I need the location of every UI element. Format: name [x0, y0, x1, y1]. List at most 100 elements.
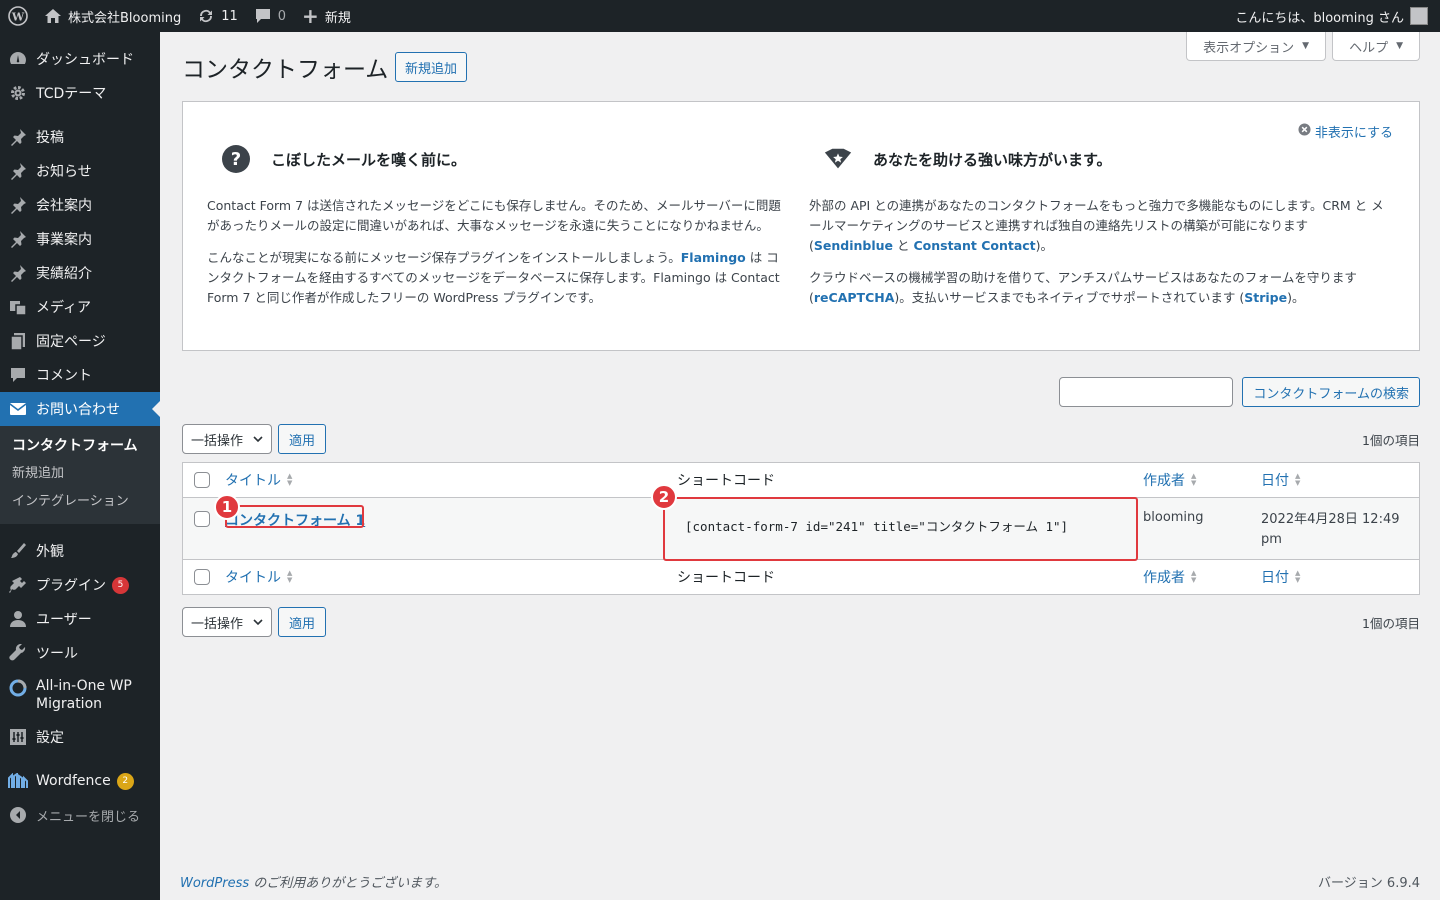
greeting: こんにちは、blooming さん [1235, 10, 1404, 26]
select-all-checkbox-bottom[interactable] [194, 569, 210, 585]
annotation-box-1 [225, 505, 364, 528]
sort-author-link[interactable]: 作成者 ▲ ▼ [1143, 470, 1259, 490]
sort-icon: ▲ ▼ [1295, 569, 1301, 584]
welcome-right-heading: あなたを助ける強い味方がいます。 [873, 150, 1112, 169]
sidebar-item-dashboard[interactable]: ダッシュボード [0, 42, 160, 76]
sidebar-item-migration[interactable]: All-in-One WP Migration [0, 670, 160, 720]
sort-date-link-bottom[interactable]: 日付 ▲ ▼ [1261, 567, 1419, 587]
brush-icon [8, 541, 28, 561]
table-footer: タイトル ▲ ▼ ショートコード 作成者 ▲ ▼ 日付 ▲ ▼ [183, 559, 1419, 594]
dismiss-link[interactable]: 非表示にする [1298, 122, 1393, 141]
updates-link[interactable]: 11 [189, 0, 246, 32]
recaptcha-link[interactable]: reCAPTCHA [814, 290, 895, 305]
new-label: 新規 [324, 10, 351, 26]
sidebar-item-works[interactable]: 実績紹介 [0, 256, 160, 290]
admin-bar: W 株式会社Blooming 11 0 + 新規 こんにちは、blooming … [0, 0, 1440, 32]
wordpress-logo-icon[interactable]: W [0, 0, 36, 32]
sidebar-item-tools[interactable]: ツール [0, 636, 160, 670]
sort-title-link-bottom[interactable]: タイトル ▲ ▼ [225, 567, 675, 587]
gear-icon [8, 83, 28, 103]
svg-text:W: W [11, 11, 25, 24]
pin-icon [8, 195, 28, 215]
apply-button[interactable]: 適用 [278, 424, 327, 454]
sidebar-item-appearance[interactable]: 外観 [0, 534, 160, 568]
add-new-button[interactable]: 新規追加 [395, 52, 468, 82]
admin-menu: ダッシュボード TCDテーマ 投稿 お知らせ 会社案内 事業案内 実績紹介 メデ… [0, 32, 160, 900]
bulk-action-select[interactable]: 一括操作 [182, 424, 272, 454]
sort-icon: ▲ ▼ [287, 472, 293, 487]
comment-icon [8, 365, 28, 385]
sort-date-link[interactable]: 日付 ▲ ▼ [1261, 470, 1419, 490]
sidebar-item-comments[interactable]: コメント [0, 358, 160, 392]
constant-contact-link[interactable]: Constant Contact [913, 238, 1035, 253]
sidebar-item-contact[interactable]: お問い合わせ [0, 392, 160, 426]
help-button[interactable]: ヘルプ ▼ [1332, 32, 1420, 61]
table-header: タイトル ▲ ▼ ショートコード 作成者 ▲ ▼ 日付 ▲ ▼ [183, 463, 1419, 498]
shield-star-icon [823, 144, 853, 174]
site-name: 株式会社Blooming [68, 10, 182, 26]
row-checkbox[interactable] [194, 511, 210, 527]
footer: WordPress のご利用ありがとうございます。 バージョン 6.9.4 [180, 872, 1420, 891]
sidebar-item-settings[interactable]: 設定 [0, 720, 160, 754]
caret-down-icon: ▼ [1302, 41, 1310, 51]
svg-text:?: ? [231, 149, 241, 170]
shortcode-header: ショートコード [677, 473, 775, 489]
sort-icon: ▲ ▼ [1191, 472, 1197, 487]
tablenav-top: 一括操作 適用 1個の項目 [182, 424, 1420, 454]
sidebar-item-news[interactable]: お知らせ [0, 154, 160, 188]
welcome-right-column: あなたを助ける強い味方がいます。 外部の API との連携があなたのコンタクトフ… [809, 144, 1389, 320]
sort-title-link[interactable]: タイトル ▲ ▼ [225, 470, 675, 490]
collapse-menu-button[interactable]: メニューを閉じる [0, 798, 160, 832]
chevron-down-icon [253, 432, 263, 447]
plugin-icon [8, 575, 28, 595]
search-input[interactable] [1059, 377, 1234, 407]
submenu-integration[interactable]: インテグレーション [0, 488, 160, 516]
wordfence-badge: 2 [116, 772, 134, 790]
sidebar-item-business[interactable]: 事業案内 [0, 222, 160, 256]
mail-icon [8, 399, 28, 419]
sidebar-item-users[interactable]: ユーザー [0, 602, 160, 636]
avatar [1410, 7, 1428, 25]
sort-icon: ▲ ▼ [1295, 472, 1301, 487]
my-account[interactable]: こんにちは、blooming さん [1235, 7, 1440, 26]
site-name-link[interactable]: 株式会社Blooming [36, 0, 189, 32]
stripe-link[interactable]: Stripe [1244, 290, 1287, 305]
comments-link[interactable]: 0 [246, 0, 294, 32]
sidebar-item-wordfence[interactable]: Wordfence 2 [0, 764, 160, 798]
welcome-left-column: ? こぼしたメールを嘆く前に。 Contact Form 7 は送信されたメッセー… [207, 144, 787, 320]
search-button[interactable]: コンタクトフォームの検索 [1242, 377, 1420, 407]
wordpress-link[interactable]: WordPress [180, 876, 249, 891]
apply-button-bottom[interactable]: 適用 [278, 607, 327, 637]
contact-submenu: コンタクトフォーム 新規追加 インテグレーション [0, 426, 160, 524]
new-content-link[interactable]: + 新規 [294, 0, 359, 32]
annotation-box-2 [663, 497, 1138, 561]
flamingo-link[interactable]: Flamingo [681, 250, 746, 265]
items-count: 1個の項目 [1362, 432, 1420, 448]
bulk-action-select-bottom[interactable]: 一括操作 [182, 607, 272, 637]
search-box: コンタクトフォームの検索 [1059, 377, 1420, 407]
chevron-down-icon [253, 615, 263, 630]
sendinblue-link[interactable]: Sendinblue [814, 238, 893, 253]
main-content: 表示オプション ▼ ヘルプ ▼ コンタクトフォーム 新規追加 非表示にする ? こぼし… [160, 32, 1440, 900]
dashboard-icon [8, 49, 28, 69]
sidebar-item-plugins[interactable]: プラグイン 5 [0, 568, 160, 602]
screen-meta-links: 表示オプション ▼ ヘルプ ▼ [1186, 32, 1420, 61]
sidebar-item-posts[interactable]: 投稿 [0, 120, 160, 154]
pin-icon [8, 161, 28, 181]
caret-down-icon: ▼ [1396, 41, 1403, 51]
media-icon [8, 297, 28, 317]
screen-options-button[interactable]: 表示オプション ▼ [1186, 32, 1327, 61]
submenu-contact-forms[interactable]: コンタクトフォーム [0, 432, 160, 460]
sidebar-item-tcd-theme[interactable]: TCDテーマ [0, 76, 160, 110]
select-all-checkbox[interactable] [194, 472, 210, 488]
shortcode-footer: ショートコード [677, 570, 775, 586]
sidebar-item-pages[interactable]: 固定ページ [0, 324, 160, 358]
submenu-add-new[interactable]: 新規追加 [0, 460, 160, 488]
welcome-left-heading: こぼしたメールを嘆く前に。 [271, 150, 467, 169]
migration-icon [8, 678, 28, 698]
sort-author-link-bottom[interactable]: 作成者 ▲ ▼ [1143, 567, 1259, 587]
author-cell: blooming [1143, 510, 1204, 525]
page-icon [8, 331, 28, 351]
sidebar-item-company[interactable]: 会社案内 [0, 188, 160, 222]
sidebar-item-media[interactable]: メディア [0, 290, 160, 324]
